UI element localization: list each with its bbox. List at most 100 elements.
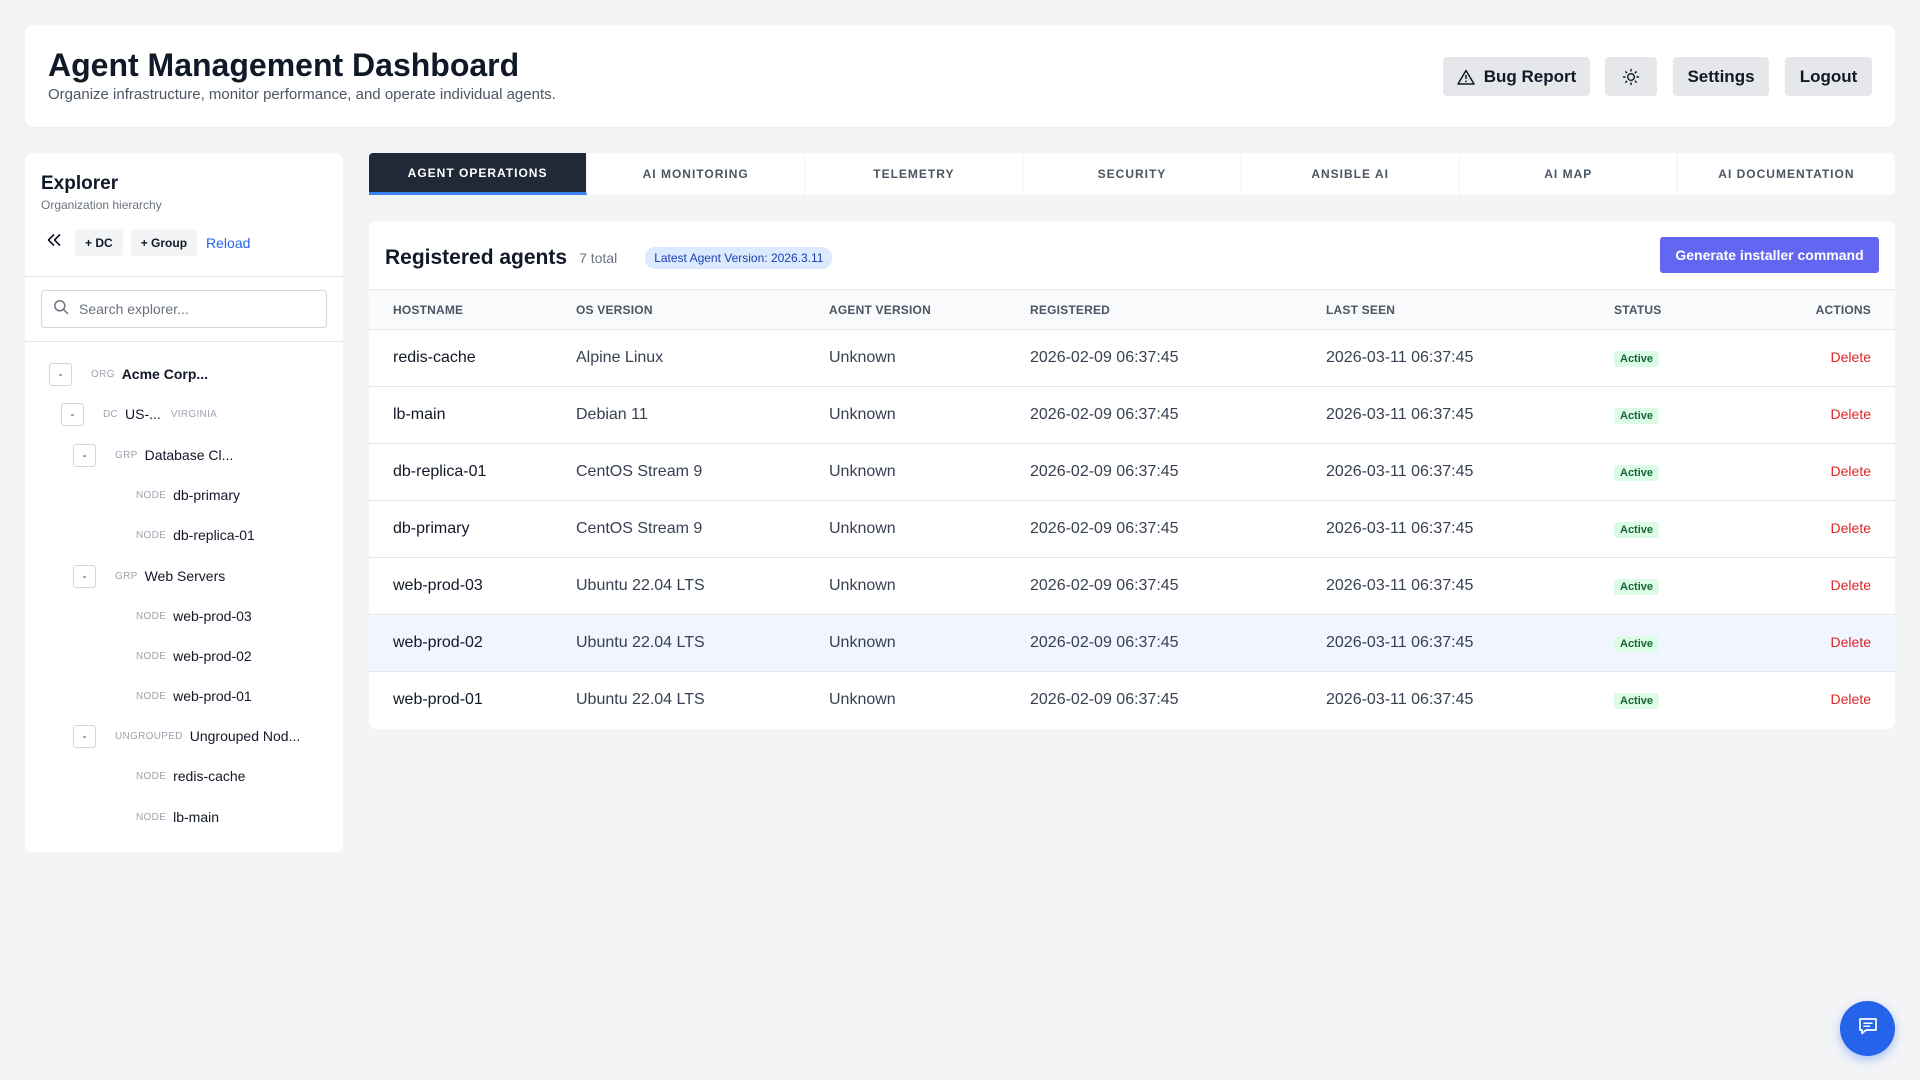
column-header-registered[interactable]: REGISTERED bbox=[1030, 289, 1326, 330]
cell-actions: Delete bbox=[1734, 558, 1895, 615]
column-header-agent-version[interactable]: AGENT VERSION bbox=[829, 289, 1030, 330]
warning-triangle-icon bbox=[1456, 69, 1475, 85]
collapse-toggle[interactable]: - bbox=[73, 443, 96, 467]
column-header-last-seen[interactable]: LAST SEEN bbox=[1326, 289, 1614, 330]
chat-bubble-icon bbox=[1857, 1015, 1879, 1042]
delete-button[interactable]: Delete bbox=[1831, 577, 1871, 593]
tree-item-node[interactable]: NODE db-primary bbox=[136, 483, 240, 507]
divider bbox=[25, 276, 343, 277]
search-icon bbox=[53, 299, 69, 320]
node-kind-label: UNGROUPED bbox=[115, 730, 183, 742]
delete-button[interactable]: Delete bbox=[1831, 691, 1871, 707]
table-row[interactable]: web-prod-01 Ubuntu 22.04 LTS Unknown 202… bbox=[369, 671, 1895, 729]
dc-region-label: VIRGINIA bbox=[170, 408, 218, 420]
collapse-toggle[interactable]: - bbox=[61, 402, 84, 426]
add-group-button[interactable]: + Group bbox=[130, 229, 198, 256]
bug-report-button[interactable]: Bug Report bbox=[1443, 57, 1590, 96]
cell-status: Active bbox=[1614, 558, 1734, 615]
tab-ansible-ai[interactable]: ANSIBLE AI bbox=[1242, 153, 1460, 195]
reload-button[interactable]: Reload bbox=[205, 235, 250, 251]
cell-agent-version: Unknown bbox=[829, 349, 896, 366]
search-input[interactable] bbox=[79, 301, 299, 317]
cell-os: Alpine Linux bbox=[576, 349, 664, 366]
table-row[interactable]: db-replica-01 CentOS Stream 9 Unknown 20… bbox=[369, 443, 1895, 501]
cell-hostname: redis-cache bbox=[393, 349, 476, 366]
tab-telemetry[interactable]: TELEMETRY bbox=[805, 153, 1024, 195]
add-dc-button[interactable]: + DC bbox=[75, 229, 123, 256]
table-row[interactable]: db-primary CentOS Stream 9 Unknown 2026-… bbox=[369, 500, 1895, 558]
status-badge: Active bbox=[1614, 636, 1660, 652]
latest-version-badge: Latest Agent Version: 2026.3.11 bbox=[645, 247, 833, 269]
delete-button[interactable]: Delete bbox=[1831, 349, 1871, 365]
table-row[interactable]: web-prod-03 Ubuntu 22.04 LTS Unknown 202… bbox=[369, 557, 1895, 615]
cell-registered: 2026-02-09 06:37:45 bbox=[1030, 406, 1179, 423]
tab-ai-documentation[interactable]: AI DOCUMENTATION bbox=[1678, 153, 1895, 195]
explorer-search bbox=[41, 290, 327, 328]
bug-report-label: Bug Report bbox=[1483, 66, 1577, 86]
tab-ai-map[interactable]: AI MAP bbox=[1460, 153, 1678, 195]
divider bbox=[25, 341, 343, 342]
table-row[interactable]: lb-main Debian 11 Unknown 2026-02-09 06:… bbox=[369, 386, 1895, 444]
status-badge: Active bbox=[1614, 693, 1660, 710]
cell-agent-version: Unknown bbox=[829, 520, 896, 537]
tree-item-node[interactable]: NODE lb-main bbox=[136, 805, 219, 829]
node-kind-label: NODE bbox=[136, 690, 167, 702]
cell-hostname: db-primary bbox=[393, 520, 470, 537]
delete-button[interactable]: Delete bbox=[1831, 463, 1871, 479]
cell-last-seen: 2026-03-11 06:37:45 bbox=[1326, 349, 1474, 366]
delete-button[interactable]: Delete bbox=[1831, 634, 1871, 650]
cell-last-seen: 2026-03-11 06:37:45 bbox=[1326, 406, 1474, 423]
node-name: db-replica-01 bbox=[173, 527, 255, 543]
column-header-actions: ACTIONS bbox=[1734, 289, 1895, 330]
cell-status: Active bbox=[1614, 444, 1734, 501]
tree-item-group[interactable]: - GRP Database Cl... bbox=[73, 443, 233, 467]
tree-item-node[interactable]: NODE db-replica-01 bbox=[136, 523, 255, 547]
cell-actions: Delete bbox=[1734, 387, 1895, 444]
tree-item-dc[interactable]: - DC US-... VIRGINIA bbox=[61, 402, 217, 426]
cell-agent-version: Unknown bbox=[829, 406, 896, 423]
node-kind-label: ORG bbox=[91, 368, 115, 380]
collapse-toggle[interactable]: - bbox=[73, 564, 96, 588]
status-badge: Active bbox=[1614, 465, 1660, 481]
delete-button[interactable]: Delete bbox=[1831, 520, 1871, 536]
cell-registered: 2026-02-09 06:37:45 bbox=[1030, 691, 1179, 709]
tab-security[interactable]: SECURITY bbox=[1023, 153, 1242, 195]
table-row[interactable]: web-prod-02 Ubuntu 22.04 LTS Unknown 202… bbox=[369, 614, 1895, 672]
explorer-panel: Explorer Organization hierarchy + DC + G… bbox=[25, 153, 343, 852]
collapse-explorer-button[interactable] bbox=[41, 229, 67, 256]
panel-title: Registered agents bbox=[385, 246, 568, 269]
cell-hostname: lb-main bbox=[393, 406, 446, 423]
column-header-os-version[interactable]: OS VERSION bbox=[576, 289, 829, 330]
page-header: Agent Management Dashboard Organize infr… bbox=[25, 25, 1895, 127]
tree-item-node[interactable]: NODE redis-cache bbox=[136, 764, 245, 788]
node-kind-label: NODE bbox=[136, 529, 167, 541]
cell-last-seen: 2026-03-11 06:37:45 bbox=[1326, 463, 1474, 480]
chat-button[interactable] bbox=[1840, 1001, 1895, 1056]
logout-label: Logout bbox=[1799, 66, 1858, 86]
tree-item-ungrouped[interactable]: - UNGROUPED Ungrouped Nod... bbox=[73, 724, 300, 748]
cell-registered: 2026-02-09 06:37:45 bbox=[1030, 577, 1179, 594]
tree-item-node[interactable]: NODE web-prod-03 bbox=[136, 604, 252, 628]
tree-item-node[interactable]: NODE web-prod-01 bbox=[136, 684, 252, 708]
table-row[interactable]: redis-cache Alpine Linux Unknown 2026-02… bbox=[369, 329, 1895, 387]
status-badge: Active bbox=[1614, 351, 1660, 367]
tree-item-node[interactable]: NODE web-prod-02 bbox=[136, 644, 252, 668]
tab-ai-monitoring[interactable]: AI MONITORING bbox=[587, 153, 806, 195]
cell-agent-version: Unknown bbox=[829, 463, 896, 480]
cell-os: CentOS Stream 9 bbox=[576, 463, 703, 480]
collapse-toggle[interactable]: - bbox=[73, 724, 96, 748]
column-header-status[interactable]: STATUS bbox=[1614, 289, 1734, 330]
theme-toggle-button[interactable] bbox=[1605, 57, 1657, 96]
node-kind-label: NODE bbox=[136, 770, 167, 782]
node-kind-label: NODE bbox=[136, 489, 167, 501]
tab-agent-operations[interactable]: AGENT OPERATIONS bbox=[369, 153, 588, 195]
tree-item-org[interactable]: - ORG Acme Corp... bbox=[49, 362, 208, 386]
generate-installer-button[interactable]: Generate installer command bbox=[1660, 237, 1879, 273]
column-header-hostname[interactable]: HOSTNAME bbox=[369, 289, 576, 330]
logout-button[interactable]: Logout bbox=[1785, 57, 1872, 96]
delete-button[interactable]: Delete bbox=[1831, 406, 1871, 422]
tree-item-group[interactable]: - GRP Web Servers bbox=[73, 564, 225, 588]
settings-button[interactable]: Settings bbox=[1673, 57, 1769, 96]
cell-status: Active bbox=[1614, 615, 1734, 672]
collapse-toggle[interactable]: - bbox=[49, 362, 72, 386]
